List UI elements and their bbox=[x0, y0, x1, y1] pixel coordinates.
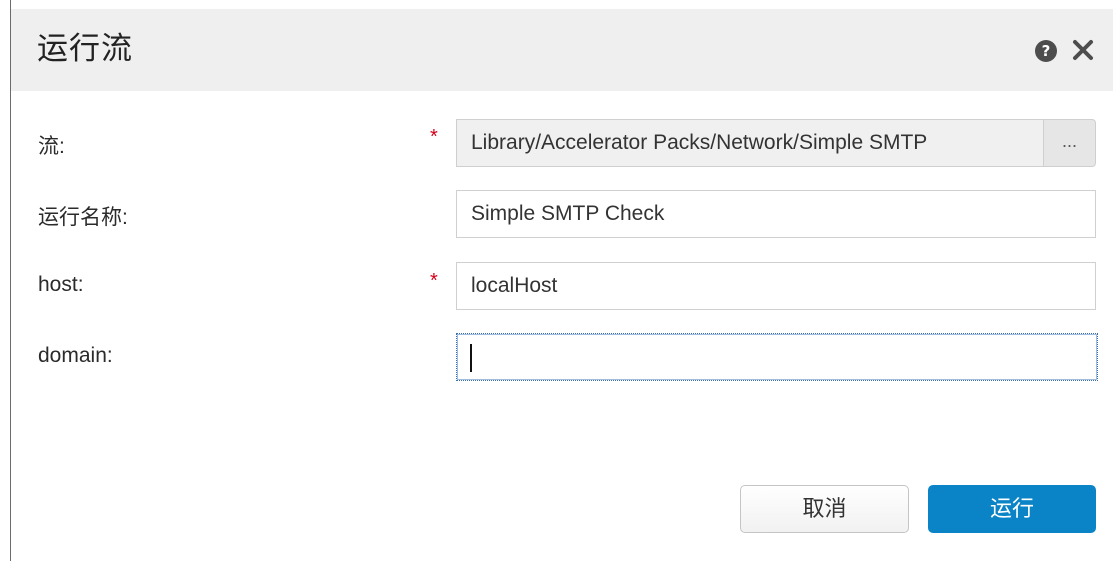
cancel-button[interactable]: 取消 bbox=[740, 485, 909, 533]
run-name-input[interactable]: Simple SMTP Check bbox=[456, 190, 1096, 238]
dialog-titlebar: 运行流 ? bbox=[11, 9, 1113, 91]
domain-input[interactable] bbox=[456, 333, 1098, 381]
domain-label: domain: bbox=[38, 344, 113, 367]
host-label: host: bbox=[38, 273, 84, 296]
run-button[interactable]: 运行 bbox=[928, 485, 1096, 533]
flow-label: 流: bbox=[38, 135, 65, 158]
host-required-marker: * bbox=[430, 270, 438, 292]
close-icon[interactable] bbox=[1069, 36, 1097, 64]
host-input[interactable]: localHost bbox=[456, 262, 1096, 310]
flow-path-field: Library/Accelerator Packs/Network/Simple… bbox=[456, 119, 1044, 167]
dialog-title: 运行流 bbox=[37, 31, 133, 66]
help-icon[interactable]: ? bbox=[1035, 40, 1057, 62]
run-name-label: 运行名称: bbox=[38, 206, 128, 229]
text-caret bbox=[470, 344, 472, 372]
browse-flow-button[interactable]: ... bbox=[1043, 119, 1096, 167]
flow-required-marker: * bbox=[430, 126, 438, 148]
run-flow-dialog: 运行流 ? 流: * Library/Accelerator Packs/Net… bbox=[0, 0, 1113, 561]
